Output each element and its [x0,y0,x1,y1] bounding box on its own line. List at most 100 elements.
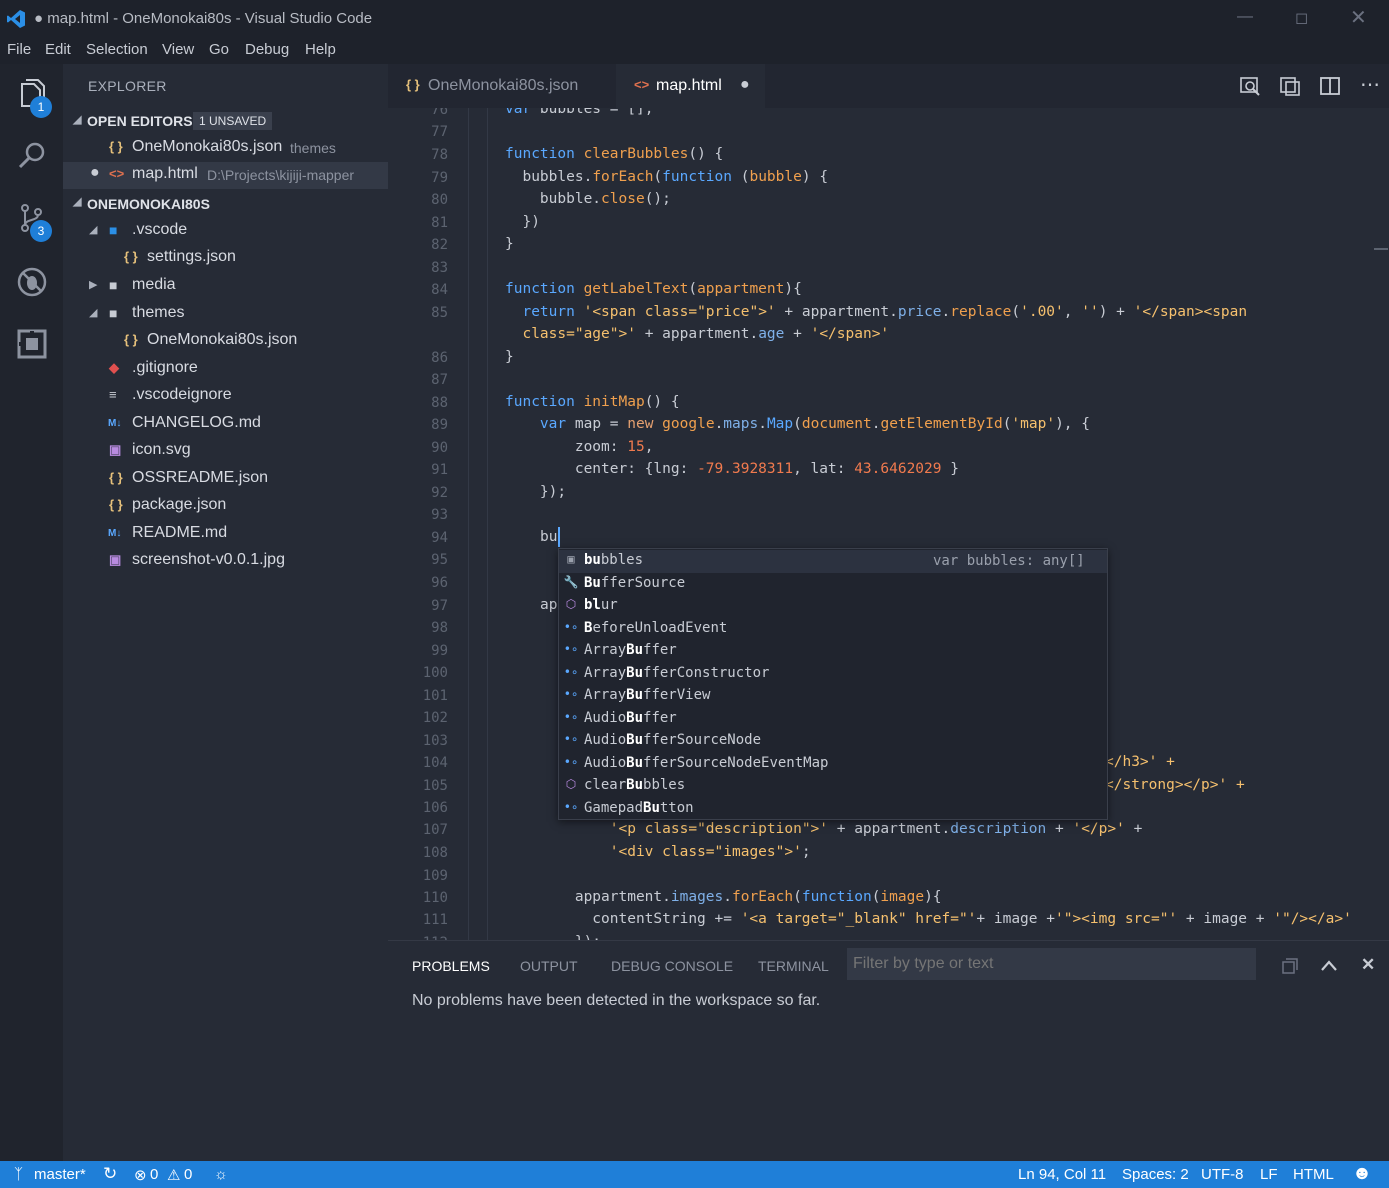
suggest-item[interactable]: •∘ BeforeUnloadEvent [559,618,1107,641]
live-share-icon[interactable]: ☼ [214,1166,228,1183]
tab-terminal[interactable]: TERMINAL [758,958,829,974]
tree-file[interactable]: ≡ .vscodeignore [63,383,388,410]
tab-output[interactable]: OUTPUT [520,958,578,974]
workspace-header[interactable]: ◢ ONEMONOKAI80S [63,190,388,216]
tab-onemonokai80s-json[interactable]: { } OneMonokai80s.json [388,64,616,108]
menu-file[interactable]: File [7,41,31,58]
line-number: 92 [431,485,448,501]
menu-go[interactable]: Go [209,41,229,58]
close-window-button[interactable]: ✕ [1350,5,1367,30]
encoding[interactable]: UTF-8 [1201,1166,1244,1183]
suggest-item[interactable]: •∘ ArrayBufferConstructor [559,663,1107,686]
interface-icon: •∘ [563,709,579,724]
search-icon[interactable] [16,140,48,172]
menu-help[interactable]: Help [305,41,336,58]
extensions-icon[interactable] [16,328,48,360]
unsaved-dot-icon[interactable]: ● [740,76,750,94]
tree-folder[interactable]: ▶ ■ media [63,273,388,300]
suggest-widget[interactable]: ▣ bubbles 🔧 BufferSource ⬡ blur •∘ BeforeUnload… [558,548,1108,820]
suggest-label: ArrayBufferConstructor [584,664,770,681]
code-line: class="age">' + appartment.age + '</span… [522,326,890,342]
end-of-line[interactable]: LF [1260,1166,1278,1183]
minimize-button[interactable]: — [1237,8,1253,26]
line-number: 111 [422,912,448,928]
suggest-item[interactable]: •∘ AudioBuffer [559,708,1107,731]
suggest-item[interactable]: ⬡ clearBubbles [559,775,1107,798]
suggest-item[interactable]: •∘ ArrayBufferView [559,685,1107,708]
close-panel-icon[interactable]: ✕ [1361,955,1375,975]
warnings-icon[interactable]: ⚠ [167,1166,180,1184]
interface-icon: •∘ [563,687,579,701]
open-editor-detail: themes [290,140,336,156]
suggest-item[interactable]: •∘ AudioBufferSourceNode [559,730,1107,753]
menu-view[interactable]: View [162,41,194,58]
explorer-icon[interactable]: 1 [16,78,52,118]
suggest-item[interactable]: •∘ AudioBufferSourceNodeEventMap [559,753,1107,776]
suggest-label: bubbles [584,552,644,568]
collapse-all-icon[interactable] [1281,957,1299,975]
open-changes-icon[interactable] [1279,75,1301,97]
tree-folder[interactable]: ◢ ■ themes [63,301,388,328]
warning-count[interactable]: 0 [184,1166,192,1183]
open-editors-header[interactable]: ◢ OPEN EDITORS 1 UNSAVED [63,108,388,134]
menu-edit[interactable]: Edit [45,41,71,58]
workspace-title: ONEMONOKAI80S [87,196,210,212]
tree-file[interactable]: ▣ icon.svg [63,438,388,465]
open-editor-item-active[interactable]: ● <> map.html D:\Projects\kijiji-mapper [63,162,388,189]
tree-file[interactable]: { } settings.json [63,245,388,272]
scm-badge: 3 [30,220,52,242]
tree-file[interactable]: { } package.json [63,493,388,520]
error-count[interactable]: 0 [150,1166,158,1183]
suggest-item[interactable]: ⬡ blur [559,595,1107,618]
suggest-item[interactable]: 🔧 BufferSource [559,573,1107,596]
language-mode[interactable]: HTML [1293,1166,1334,1183]
open-editor-item[interactable]: { } OneMonokai80s.json themes [63,135,388,162]
split-editor-icon[interactable] [1319,75,1341,97]
tree-file[interactable]: { } OneMonokai80s.json [63,328,388,355]
cursor-position[interactable]: Ln 94, Col 11 [1018,1166,1106,1183]
scrollbar-marker[interactable] [1374,248,1388,250]
chevron-up-icon[interactable] [1320,957,1338,975]
lines-file-icon: ≡ [109,387,117,402]
maximize-button[interactable]: ◻ [1295,8,1308,28]
tree-file[interactable]: { } OSSREADME.json [63,466,388,493]
tree-file[interactable]: M↓ CHANGELOG.md [63,411,388,438]
source-control-icon[interactable]: 3 [16,202,52,242]
line-number: 110 [422,890,448,906]
suggest-item[interactable]: •∘ GamepadButton [559,798,1107,821]
debug-icon[interactable] [16,266,48,298]
tab-problems[interactable]: PROBLEMS [412,958,490,974]
tab-debug-console[interactable]: DEBUG CONSOLE [611,958,733,974]
more-actions-icon[interactable]: ⋯ [1360,72,1380,97]
title-bar: ● map.html - OneMonokai80s - Visual Stud… [0,0,1389,38]
tree-file[interactable]: M↓ README.md [63,521,388,548]
menu-debug[interactable]: Debug [245,41,289,58]
tree-file[interactable]: ◆ .gitignore [63,356,388,383]
line-number: 101 [422,688,448,704]
suggest-label: BeforeUnloadEvent [584,619,728,636]
tree-label: README.md [132,524,228,541]
method-icon: ⬡ [565,597,577,611]
tree-label: OSSREADME.json [132,469,269,486]
suggest-label: AudioBufferSourceNode [584,732,762,748]
tab-map-html[interactable]: <> map.html ● [616,64,765,108]
tree-folder[interactable]: ◢ ■ .vscode [63,218,388,245]
errors-icon[interactable]: ⊗ [134,1166,147,1184]
suggest-item[interactable]: •∘ ArrayBuffer [559,640,1107,663]
problems-filter-input[interactable] [847,948,1256,980]
branch-label[interactable]: master* [34,1166,86,1183]
line-number: 104 [422,755,448,771]
tree-label: media [132,276,176,293]
code-line: var map = new google.maps.Map(document.g… [539,416,1090,432]
chevron-down-icon: ◢ [73,196,82,208]
unsaved-badge: 1 UNSAVED [193,112,273,130]
sync-icon[interactable]: ↻ [103,1164,117,1184]
feedback-smiley-icon[interactable]: ☻ [1352,1163,1372,1185]
menu-selection[interactable]: Selection [86,41,148,58]
git-icon: ◆ [109,360,119,375]
tree-file[interactable]: ▣ screenshot-v0.0.1.jpg [63,548,388,575]
open-editor-detail: D:\Projects\kijiji-mapper [207,167,355,183]
code-line: function clearBubbles() { [505,146,724,162]
open-preview-icon[interactable] [1239,75,1261,97]
indentation[interactable]: Spaces: 2 [1122,1166,1189,1183]
